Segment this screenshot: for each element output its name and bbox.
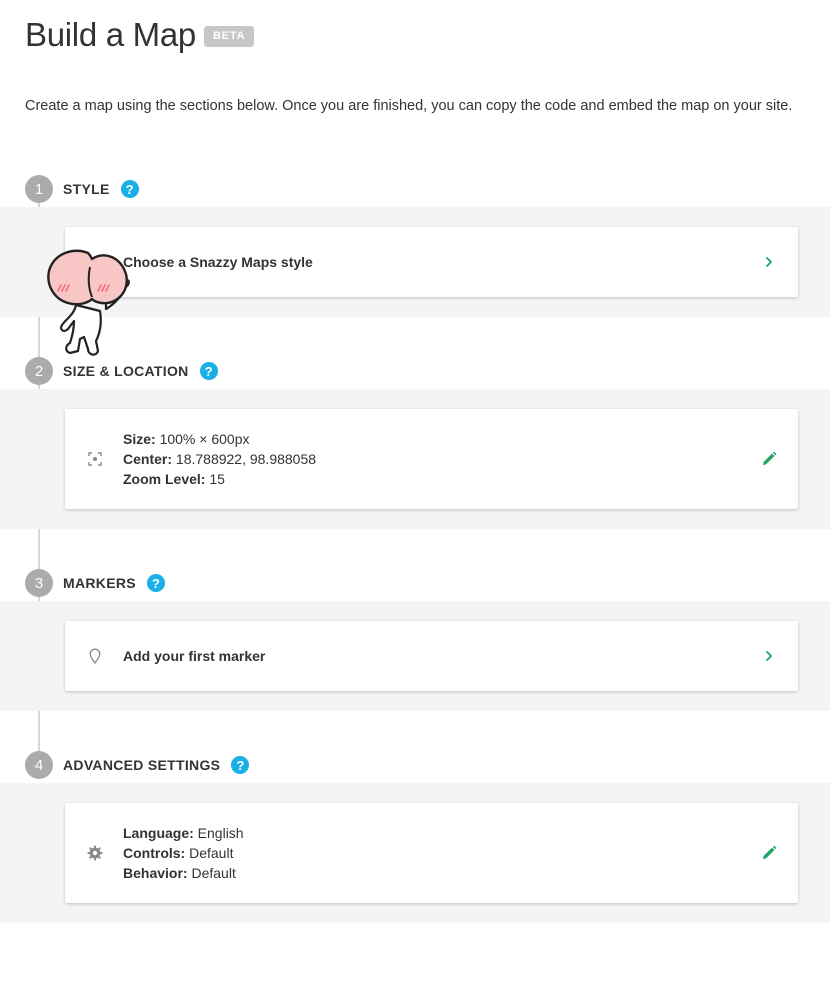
add-marker-card[interactable]: Add your first marker [65, 621, 798, 691]
behavior-value: Default [191, 865, 236, 881]
center-row: Center: 18.788922, 98.988058 [123, 449, 316, 469]
advanced-settings-details: Language: English Controls: Default Beha… [123, 823, 244, 883]
step-3-header: 3 MARKERS ? [25, 569, 165, 597]
focus-frame-icon [87, 451, 103, 467]
chevron-right-icon [766, 651, 772, 661]
choose-style-label: Choose a Snazzy Maps style [123, 254, 313, 270]
size-location-card[interactable]: Size: 100% × 600px Center: 18.788922, 98… [65, 409, 798, 509]
gear-icon [87, 845, 103, 861]
help-icon[interactable]: ? [120, 180, 139, 198]
zoom-key: Zoom Level: [123, 471, 206, 487]
step-1-title: STYLE [63, 181, 110, 197]
size-row: Size: 100% × 600px [123, 429, 316, 449]
language-key: Language: [123, 825, 194, 841]
help-icon[interactable]: ? [199, 362, 218, 380]
help-icon[interactable]: ? [146, 574, 165, 592]
controls-row: Controls: Default [123, 843, 244, 863]
choose-style-card[interactable]: Choose a Snazzy Maps style [65, 227, 798, 297]
advanced-settings-card[interactable]: Language: English Controls: Default Beha… [65, 803, 798, 903]
step-2-number: 2 [25, 357, 53, 385]
chevron-right-icon [766, 257, 772, 267]
behavior-key: Behavior: [123, 865, 188, 881]
intro-text: Create a map using the sections below. O… [25, 98, 793, 114]
size-location-details: Size: 100% × 600px Center: 18.788922, 98… [123, 429, 316, 489]
step-2-header: 2 SIZE & LOCATION ? [25, 357, 218, 385]
step-3-number: 3 [25, 569, 53, 597]
behavior-row: Behavior: Default [123, 863, 244, 883]
help-icon[interactable]: ? [231, 756, 250, 774]
controls-key: Controls: [123, 845, 186, 861]
step-1-number: 1 [25, 175, 53, 203]
map-pin-icon [87, 648, 103, 664]
size-value: 100% × 600px [159, 431, 250, 447]
controls-value: Default [189, 845, 234, 861]
step-4-header: 4 ADVANCED SETTINGS ? [25, 751, 250, 779]
center-value: 18.788922, 98.988058 [175, 451, 317, 467]
step-1-header: 1 STYLE ? [25, 175, 139, 203]
page-title: Build a Map [25, 16, 196, 53]
step-2-title: SIZE & LOCATION [63, 363, 189, 379]
pencil-icon[interactable] [761, 451, 777, 467]
language-row: Language: English [123, 823, 244, 843]
step-3-title: MARKERS [63, 575, 136, 591]
zoom-value: 15 [209, 471, 225, 487]
beta-badge: BETA [204, 26, 255, 47]
add-marker-label: Add your first marker [123, 648, 266, 664]
pencil-icon[interactable] [761, 845, 777, 861]
language-value: English [197, 825, 244, 841]
zoom-row: Zoom Level: 15 [123, 469, 316, 489]
size-key: Size: [123, 431, 156, 447]
step-4-title: ADVANCED SETTINGS [63, 757, 221, 773]
step-4-number: 4 [25, 751, 53, 779]
center-key: Center: [123, 451, 173, 467]
